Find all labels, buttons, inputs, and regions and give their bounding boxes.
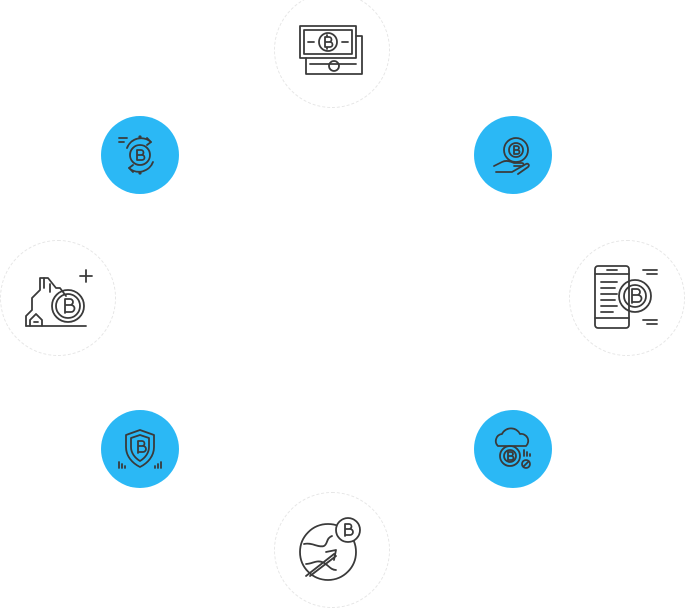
node-bottom bbox=[274, 492, 390, 608]
node-upper-right bbox=[474, 116, 552, 194]
bitcoin-exchange-cycle-icon bbox=[118, 135, 154, 175]
node-right bbox=[569, 240, 685, 356]
node-lower-right bbox=[474, 410, 552, 488]
node-left bbox=[0, 240, 116, 356]
node-lower-left bbox=[101, 410, 179, 488]
node-top bbox=[274, 0, 390, 108]
hand-holding-bitcoin-icon bbox=[493, 137, 530, 175]
node-upper-left bbox=[101, 116, 179, 194]
bitcoin-feature-circle bbox=[0, 0, 685, 611]
bitcoin-mining-icon bbox=[25, 269, 93, 327]
global-bitcoin-growth-icon bbox=[299, 517, 361, 581]
bitcoin-shield-icon bbox=[118, 429, 162, 469]
cloud-bitcoin-icon bbox=[494, 427, 531, 469]
mobile-bitcoin-wallet-icon bbox=[594, 265, 658, 329]
banknote-bitcoin-icon bbox=[299, 25, 363, 75]
